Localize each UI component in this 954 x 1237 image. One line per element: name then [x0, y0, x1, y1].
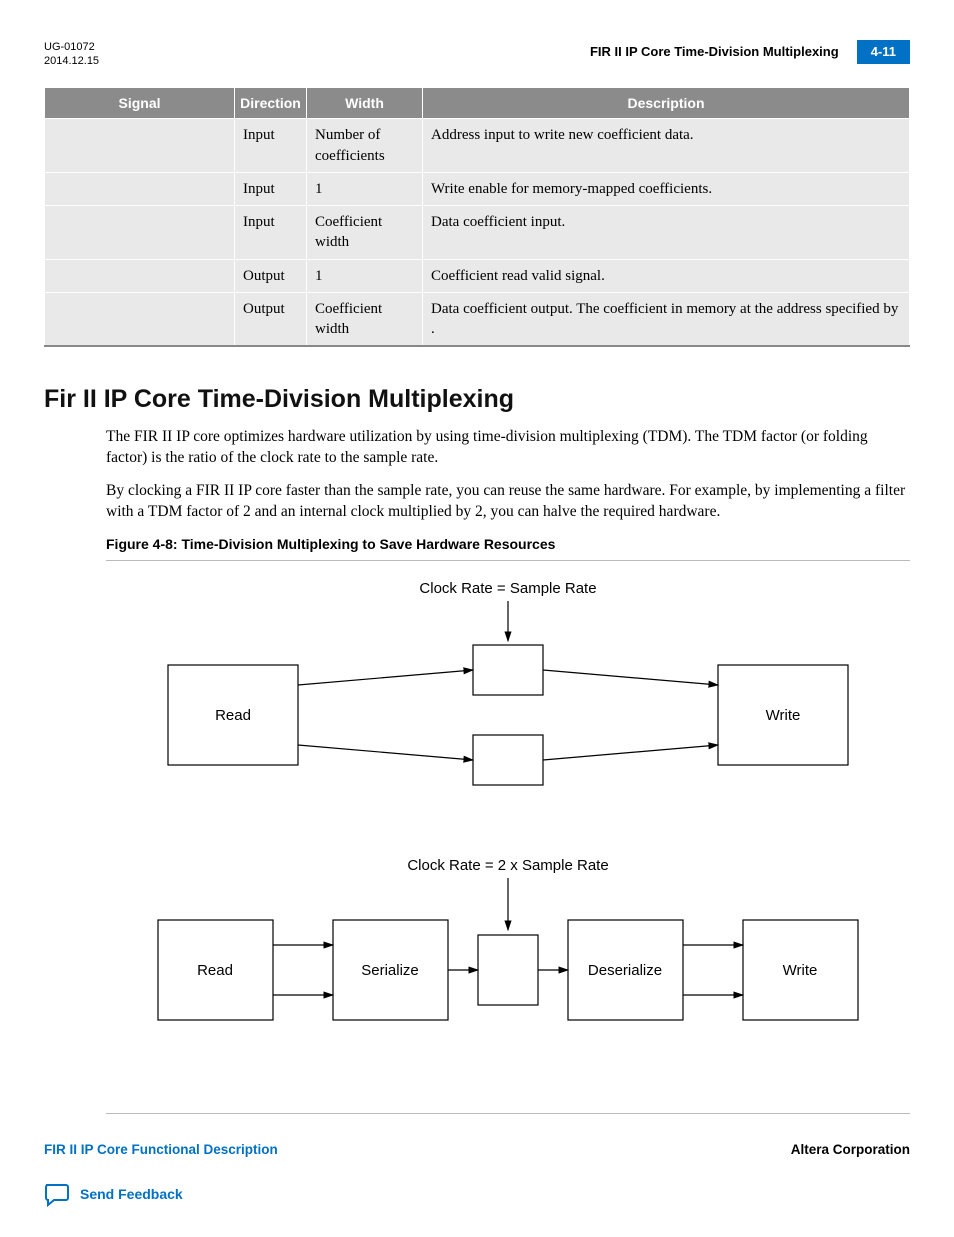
- table-header-row: Signal Direction Width Description: [45, 87, 910, 119]
- col-signal: Signal: [45, 87, 235, 119]
- footer-company: Altera Corporation: [791, 1141, 910, 1159]
- cell-desc: Address input to write new coefficient d…: [423, 119, 910, 173]
- cell-desc: Data coefficient output. The coefficient…: [423, 292, 910, 346]
- cell-signal: [45, 259, 235, 292]
- cell-width: 1: [307, 172, 423, 205]
- label-clock-2x: Clock Rate = 2 x Sample Rate: [407, 857, 608, 874]
- label-deserialize: Deserialize: [588, 962, 662, 979]
- page-header: UG-01072 2014.12.15 FIR II IP Core Time-…: [44, 40, 910, 69]
- page-footer: FIR II IP Core Functional Description Al…: [44, 1140, 910, 1161]
- label-serialize: Serialize: [361, 962, 419, 979]
- label-read: Read: [215, 707, 251, 724]
- section-heading: Fir II IP Core Time-Division Multiplexin…: [44, 383, 910, 417]
- col-width: Width: [307, 87, 423, 119]
- col-direction: Direction: [235, 87, 307, 119]
- cell-width: Coefficient width: [307, 292, 423, 346]
- cell-width: 1: [307, 259, 423, 292]
- paragraph: By clocking a FIR II IP core faster than…: [106, 481, 910, 523]
- table-row: Input 1 Write enable for memory-mapped c…: [45, 172, 910, 205]
- label-write: Write: [766, 707, 801, 724]
- paragraph: The FIR II IP core optimizes hardware ut…: [106, 427, 910, 469]
- cell-direction: Output: [235, 292, 307, 346]
- table-row: Input Number of coefficients Address inp…: [45, 119, 910, 173]
- running-title: FIR II IP Core Time-Division Multiplexin…: [590, 43, 839, 61]
- cell-signal: [45, 172, 235, 205]
- cell-direction: Input: [235, 206, 307, 260]
- label-read-2: Read: [197, 962, 233, 979]
- figure-caption: Figure 4-8: Time-Division Multiplexing t…: [106, 535, 910, 561]
- doc-date: 2014.12.15: [44, 54, 99, 68]
- cell-direction: Output: [235, 259, 307, 292]
- cell-width: Number of coefficients: [307, 119, 423, 173]
- table-row: Output 1 Coefficient read valid signal.: [45, 259, 910, 292]
- page-number-badge: 4-11: [857, 40, 910, 64]
- cell-signal: [45, 119, 235, 173]
- chapter-link[interactable]: FIR II IP Core Functional Description: [44, 1142, 278, 1157]
- cell-direction: Input: [235, 119, 307, 173]
- doc-meta: UG-01072 2014.12.15: [44, 40, 99, 69]
- table-row: Output Coefficient width Data coefficien…: [45, 292, 910, 346]
- feedback-row: Send Feedback: [44, 1183, 910, 1207]
- section-body: The FIR II IP core optimizes hardware ut…: [106, 427, 910, 523]
- cell-desc: Write enable for memory-mapped coefficie…: [423, 172, 910, 205]
- cell-desc: Coefficient read valid signal.: [423, 259, 910, 292]
- header-right: FIR II IP Core Time-Division Multiplexin…: [590, 40, 910, 64]
- footer-left: FIR II IP Core Functional Description: [44, 1140, 278, 1161]
- label-clock-sample: Clock Rate = Sample Rate: [419, 580, 596, 597]
- cell-direction: Input: [235, 172, 307, 205]
- doc-id: UG-01072: [44, 40, 99, 54]
- cell-width: Coefficient width: [307, 206, 423, 260]
- cell-signal: [45, 292, 235, 346]
- tdm-diagram: Clock Rate = Sample Rate Read Write Cloc…: [128, 575, 888, 1095]
- figure-4-8: Clock Rate = Sample Rate Read Write Cloc…: [106, 575, 910, 1114]
- feedback-icon: [44, 1183, 70, 1207]
- table-row: Input Coefficient width Data coefficient…: [45, 206, 910, 260]
- cell-desc: Data coefficient input.: [423, 206, 910, 260]
- cell-signal: [45, 206, 235, 260]
- label-write-2: Write: [783, 962, 818, 979]
- signal-table: Signal Direction Width Description Input…: [44, 87, 910, 348]
- send-feedback-link[interactable]: Send Feedback: [80, 1185, 183, 1204]
- col-description: Description: [423, 87, 910, 119]
